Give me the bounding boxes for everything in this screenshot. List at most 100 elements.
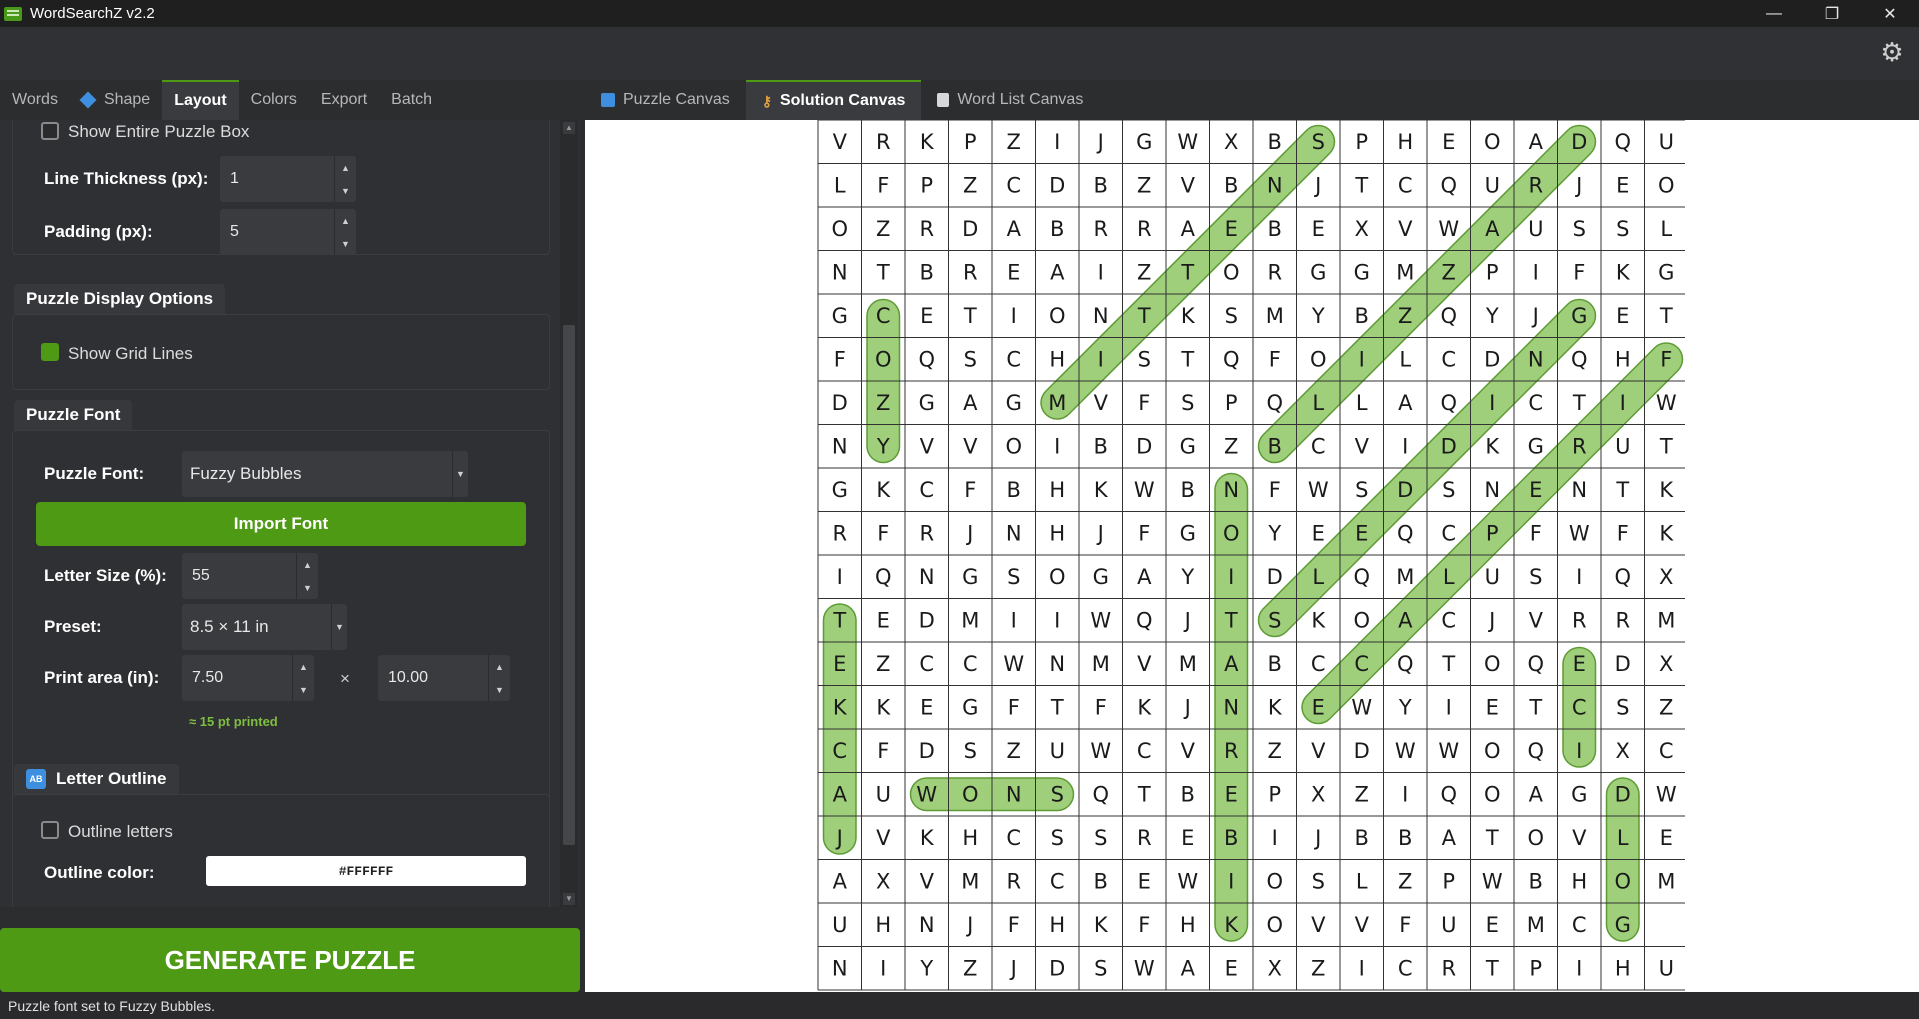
tab-puzzle-canvas[interactable]: Puzzle Canvas (585, 80, 746, 120)
grid-letter: I (1054, 608, 1060, 632)
tab-batch[interactable]: Batch (379, 80, 444, 120)
decrement-arrow-icon[interactable]: ▼ (293, 678, 314, 701)
grid-letter: G (1615, 913, 1631, 937)
generate-puzzle-button[interactable]: GENERATE PUZZLE (0, 928, 580, 992)
letter-outline-title-text: Letter Outline (56, 769, 167, 788)
grid-letter: C (1528, 391, 1543, 415)
grid-letter: S (1225, 304, 1238, 328)
grid-letter: I (1402, 782, 1408, 806)
grid-letter: I (1272, 826, 1278, 850)
grid-letter: U (832, 913, 847, 937)
grid-letter: E (1138, 869, 1151, 893)
outline-letters-checkbox[interactable] (41, 821, 59, 839)
outline-color-label: Outline color: (44, 863, 155, 882)
increment-arrow-icon[interactable]: ▲ (293, 655, 314, 678)
grid-letter: A (1442, 826, 1457, 850)
tab-words[interactable]: Words (0, 80, 70, 120)
padding-spinbox[interactable]: 5 ▲ ▼ (220, 209, 356, 255)
grid-letter: Q (1527, 652, 1544, 676)
grid-letter: G (1528, 434, 1544, 458)
tab-layout[interactable]: Layout (162, 80, 239, 120)
grid-letter: S (1529, 565, 1542, 589)
decrement-arrow-icon[interactable]: ▼ (335, 179, 356, 202)
decrement-arrow-icon[interactable]: ▼ (297, 576, 318, 599)
grid-letter: O (1266, 869, 1283, 893)
increment-arrow-icon[interactable]: ▲ (335, 156, 356, 179)
grid-letter: I (1533, 260, 1539, 284)
minimize-button[interactable]: — (1745, 0, 1803, 27)
grid-letter: K (920, 826, 935, 850)
grid-letter: J (1009, 956, 1017, 980)
grid-letter: R (1528, 173, 1543, 197)
grid-letter: D (1484, 347, 1500, 371)
grid-letter: N (919, 565, 935, 589)
tab-colors[interactable]: Colors (239, 80, 309, 120)
grid-letter: N (1223, 695, 1239, 719)
grid-letter: G (919, 391, 935, 415)
grid-letter: U (1615, 434, 1630, 458)
grid-letter: J (1313, 826, 1321, 850)
grid-letter: W (1569, 521, 1590, 545)
grid-letter: J (835, 826, 843, 850)
grid-letter: Q (1571, 347, 1588, 371)
preset-select[interactable]: 8.5 × 11 in ▼ (182, 604, 347, 650)
grid-letter: C (1006, 347, 1021, 371)
grid-letter: S (1094, 956, 1107, 980)
grid-letter: T (1137, 304, 1151, 328)
show-grid-lines-checkbox[interactable] (41, 343, 59, 361)
increment-arrow-icon[interactable]: ▲ (335, 209, 356, 232)
grid-letter: K (1616, 260, 1631, 284)
outline-color-picker[interactable]: #FFFFFF (206, 856, 526, 886)
grid-letter: W (1656, 782, 1677, 806)
grid-letter: R (919, 217, 934, 241)
window-controls: — ❐ ✕ (1745, 0, 1919, 27)
maximize-button[interactable]: ❐ (1803, 0, 1861, 27)
increment-arrow-icon[interactable]: ▲ (489, 655, 510, 678)
line-thickness-spinbox[interactable]: 1 ▲ ▼ (220, 156, 356, 202)
grid-letter: A (1398, 608, 1413, 632)
gear-icon[interactable]: ⚙ (1879, 39, 1905, 65)
import-font-button[interactable]: Import Font (36, 502, 526, 546)
grid-letter: R (1615, 608, 1630, 632)
grid-letter: Y (876, 434, 890, 458)
grid-letter: Q (1527, 739, 1544, 763)
grid-letter: S (1355, 478, 1368, 502)
scroll-up-icon[interactable]: ▲ (563, 122, 575, 134)
grid-letter: Z (1268, 739, 1282, 763)
grid-letter: F (1530, 521, 1542, 545)
grid-letter: B (1355, 304, 1369, 328)
show-entire-box-checkbox[interactable] (41, 122, 59, 140)
scrollbar-thumb[interactable] (563, 325, 575, 845)
decrement-arrow-icon[interactable]: ▼ (335, 232, 356, 255)
solution-canvas[interactable]: VRKPZIJGWXBSPHEOADQULFPZCDBZVBNJTCQURJEO… (585, 120, 1919, 992)
padding-label: Padding (px): (44, 222, 153, 241)
grid-letter: K (1268, 695, 1283, 719)
grid-letter: Q (1440, 173, 1457, 197)
decrement-arrow-icon[interactable]: ▼ (489, 678, 510, 701)
grid-letter: O (1614, 869, 1631, 893)
panel-scrollbar[interactable]: ▲ ▼ (560, 120, 578, 907)
grid-letter: O (1005, 434, 1022, 458)
tab-solution-canvas[interactable]: ⚷ Solution Canvas (745, 80, 922, 120)
grid-letter: R (1224, 739, 1239, 763)
grid-letter: W (1134, 956, 1155, 980)
grid-letter: Y (1311, 304, 1325, 328)
grid-letter: T (1180, 347, 1194, 371)
grid-letter: J (1096, 130, 1104, 154)
grid-letter: N (1484, 478, 1500, 502)
tab-shape[interactable]: Shape (70, 80, 162, 120)
grid-letter: G (1571, 304, 1587, 328)
puzzle-font-select[interactable]: Fuzzy Bubbles ▼ (182, 451, 468, 497)
grid-letter: D (832, 391, 848, 415)
grid-letter: C (1441, 347, 1456, 371)
grid-letter: I (1228, 869, 1234, 893)
increment-arrow-icon[interactable]: ▲ (297, 553, 318, 576)
letter-size-spinbox[interactable]: 55 ▲ ▼ (182, 553, 318, 599)
close-button[interactable]: ✕ (1861, 0, 1919, 27)
tab-word-list-canvas[interactable]: Word List Canvas (921, 80, 1099, 120)
print-width-spinbox[interactable]: 7.50 ▲ ▼ (182, 655, 314, 701)
print-height-spinbox[interactable]: 10.00 ▲ ▼ (378, 655, 510, 701)
grid-letter: L (1617, 826, 1629, 850)
scroll-down-icon[interactable]: ▼ (563, 893, 575, 905)
tab-export[interactable]: Export (309, 80, 379, 120)
